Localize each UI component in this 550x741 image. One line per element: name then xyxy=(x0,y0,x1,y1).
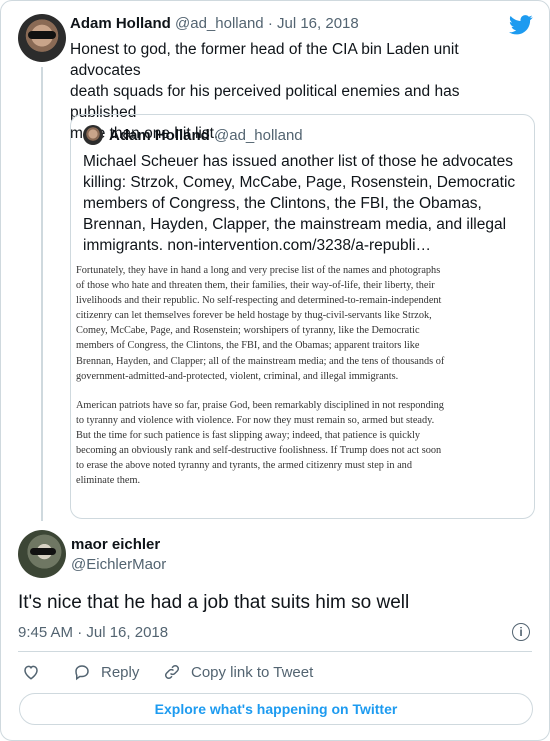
image-text-line: members of Congress, the Clintons, the F… xyxy=(76,340,420,352)
tweet-date[interactable]: Jul 16, 2018 xyxy=(277,15,359,32)
quoted-author-name: Adam Holland xyxy=(109,127,210,144)
image-paragraph-1: Fortunately, they have in hand a long an… xyxy=(76,263,528,384)
like-button[interactable] xyxy=(22,663,50,681)
quoted-text-line: members of Congress, the Clintons, the F… xyxy=(83,195,482,212)
image-paragraph-2: American patriots have so far, praise Go… xyxy=(76,398,528,489)
author-name[interactable]: Adam Holland xyxy=(70,15,171,32)
reply-button[interactable]: Reply xyxy=(73,663,139,681)
reply-author-name[interactable]: maor eichler xyxy=(71,536,160,553)
tweet-text-line: Honest to god, the former head of the CI… xyxy=(70,41,459,79)
reply-timestamp[interactable]: 9:45 AM · Jul 16, 2018 xyxy=(18,624,168,641)
quoted-text-line: killing: Strzok, Comey, McCabe, Page, Ro… xyxy=(83,174,516,191)
reply-author-handle[interactable]: @EichlerMaor xyxy=(71,556,166,573)
twitter-bird-icon[interactable] xyxy=(509,15,533,35)
reply-author-avatar[interactable] xyxy=(18,530,66,578)
image-text-line: becoming an obviously rank and self-dest… xyxy=(76,445,442,457)
image-text-line: citizenry can let themselves forever be … xyxy=(76,310,432,322)
quoted-text-line: Brennan, Hayden, Clapper, the mainstream… xyxy=(83,216,507,233)
heart-icon xyxy=(24,665,38,680)
copy-link-label: Copy link to Tweet xyxy=(191,663,314,681)
tweet-header: Adam Holland @ad_holland · Jul 16, 2018 xyxy=(70,15,359,32)
image-text-line: government-admitted-and-protected, viole… xyxy=(76,370,399,382)
quoted-tweet-text: Michael Scheuer has issued another list … xyxy=(83,151,523,256)
thread-line xyxy=(41,67,43,521)
image-text-line: livelihoods and their republic. No self-… xyxy=(76,295,442,307)
author-avatar[interactable] xyxy=(18,14,66,62)
image-text-line: Fortunately, they have in hand a long an… xyxy=(76,265,441,276)
image-text-line: to erase the above noted tyranny and tyr… xyxy=(76,460,412,472)
divider xyxy=(18,651,532,652)
image-text-line: Brennan, Hayden, and Clapper; all of the… xyxy=(76,355,445,367)
image-text-line: American patriots have so far, praise Go… xyxy=(76,399,444,411)
reply-text: It's nice that he had a job that suits h… xyxy=(18,592,410,613)
embedded-tweet-card: Adam Holland @ad_holland · Jul 16, 2018 … xyxy=(0,0,550,741)
quoted-author-handle: @ad_holland xyxy=(214,127,303,144)
quoted-author-avatar xyxy=(83,125,103,145)
explore-twitter-button[interactable]: Explore what's happening on Twitter xyxy=(19,693,533,725)
info-icon[interactable]: i xyxy=(512,623,530,641)
image-text-line: of those who hate and threaten them, the… xyxy=(76,280,435,292)
quoted-tweet-header: Adam Holland @ad_holland xyxy=(109,127,303,144)
quoted-text-line: Michael Scheuer has issued another list … xyxy=(83,153,513,170)
image-text-line: Comey, McCabe, Page, and Rosenstein; wor… xyxy=(76,325,420,337)
quoted-screenshot-image[interactable]: Fortunately, they have in hand a long an… xyxy=(76,263,528,502)
reply-icon xyxy=(75,665,89,681)
image-text-line: to tyranny and violence with violence. F… xyxy=(76,414,435,426)
quoted-text-line: immigrants. non-intervention.com/3238/a-… xyxy=(83,237,432,254)
quoted-tweet[interactable]: Adam Holland @ad_holland Michael Scheuer… xyxy=(70,114,535,519)
image-text-line: But the time for such patience is fast s… xyxy=(76,429,420,441)
author-handle[interactable]: @ad_holland xyxy=(175,15,264,32)
image-text-line: eliminate them. xyxy=(76,475,141,487)
reply-label: Reply xyxy=(101,663,140,681)
link-icon xyxy=(164,664,180,680)
copy-link-button[interactable]: Copy link to Tweet xyxy=(163,663,313,681)
separator-dot: · xyxy=(267,15,273,32)
